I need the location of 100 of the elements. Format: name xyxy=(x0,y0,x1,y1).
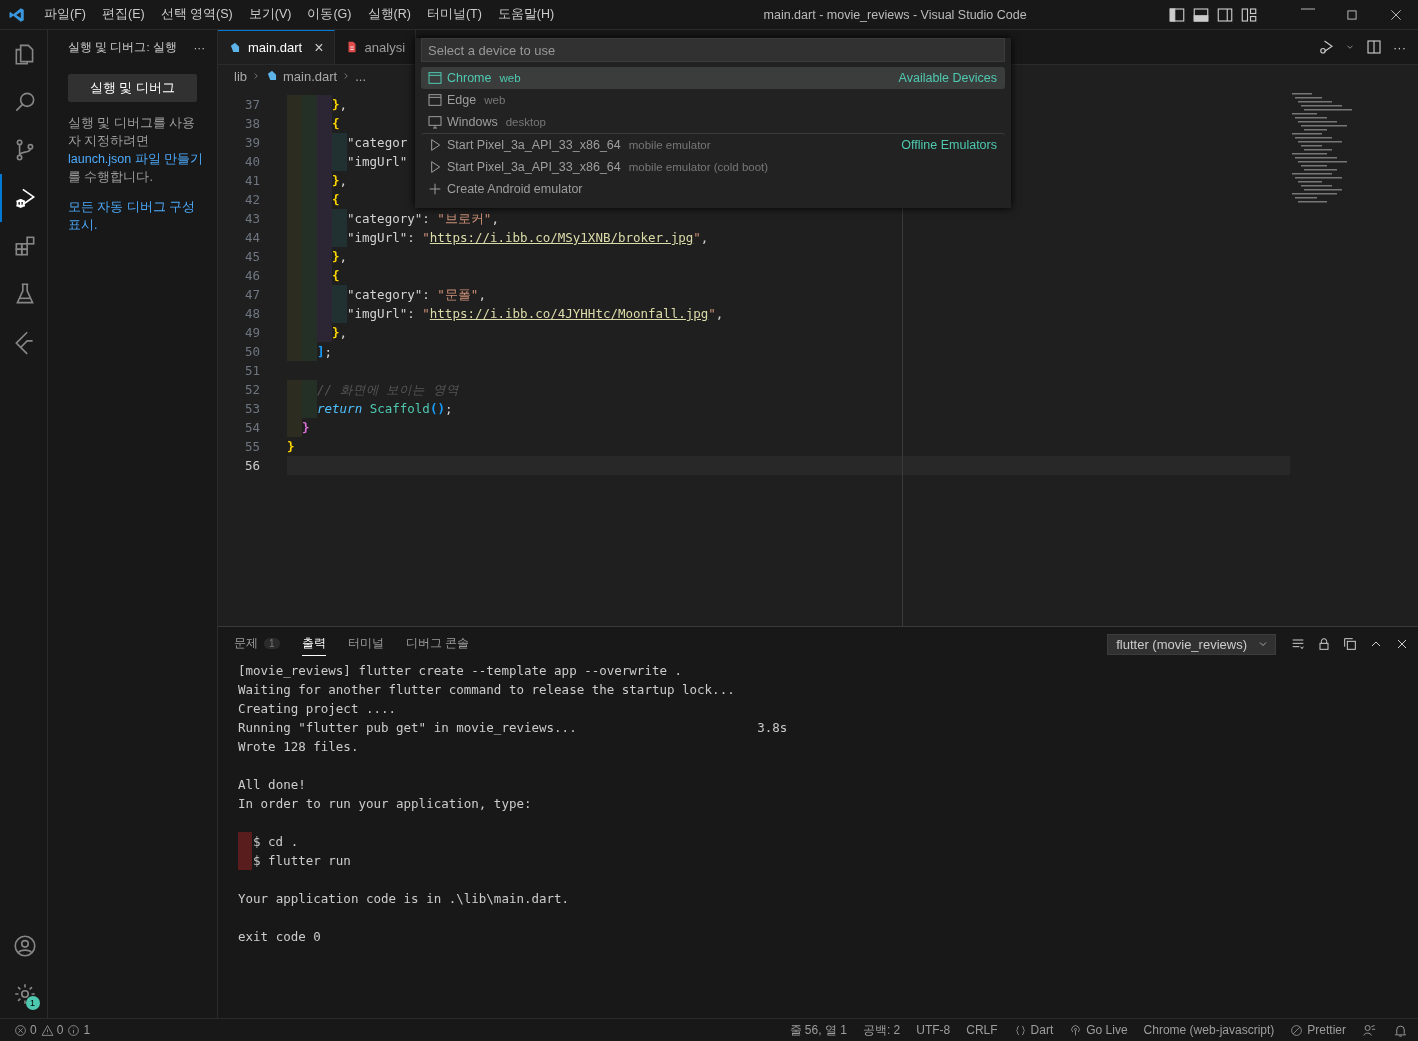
blocked-icon xyxy=(1290,1023,1304,1037)
device-option[interactable]: Edge web xyxy=(421,89,1005,111)
code-token: , xyxy=(339,96,348,114)
code-token: : xyxy=(422,210,431,228)
code-token: "imgUrl" xyxy=(347,153,408,171)
device-option[interactable]: Start Pixel_3a_API_33_x86_64 mobile emulator (cold boot) xyxy=(421,156,1005,178)
panel-tab[interactable]: 출력 xyxy=(301,632,326,656)
line-number: 46 xyxy=(243,267,261,285)
vscode-logo-icon xyxy=(8,5,26,24)
device-option[interactable]: Windows desktop xyxy=(421,111,1005,133)
browser-window-icon xyxy=(427,92,443,108)
filter-list-icon xyxy=(1290,636,1306,652)
split-editor-icon xyxy=(1365,38,1383,56)
create-launch-json-link[interactable]: launch.json 파일 만들기 xyxy=(68,152,204,166)
panel-tab[interactable]: 터미널 xyxy=(347,632,384,656)
breadcrumb-item[interactable]: ... xyxy=(355,68,367,84)
code-token: "imgUrl" xyxy=(347,305,408,323)
code-token: "categor xyxy=(347,134,408,152)
code-token: } xyxy=(332,248,340,266)
status-item[interactable]: Chrome (web-javascript) xyxy=(1143,1023,1275,1037)
status-item[interactable]: 줄 56, 열 1 xyxy=(789,1021,847,1039)
output-line: All done! xyxy=(238,776,307,794)
editor-tab[interactable]: main.dart × xyxy=(218,30,335,64)
code-token: , xyxy=(715,305,724,323)
menu-item[interactable]: 터미널(T) xyxy=(418,3,490,26)
line-number: 40 xyxy=(243,153,261,171)
tab-label: main.dart xyxy=(248,40,303,55)
breadcrumb-item[interactable]: main.dart xyxy=(283,68,338,84)
problem-count[interactable]: 0 xyxy=(56,1023,64,1037)
minimize-icon xyxy=(1301,7,1315,10)
sidebar-description: 실행 및 디버그를 사용자 지정하려면 launch.json 파일 만들기 를 수행합니다. xyxy=(68,115,205,186)
menu-item[interactable]: 실행(R) xyxy=(359,3,419,26)
sidebar-toggle-icon xyxy=(1168,5,1186,24)
code-token: "imgUrl" xyxy=(347,229,408,247)
code-token: "브로커" xyxy=(437,210,492,228)
output-line: $ flutter run xyxy=(253,852,351,870)
bell-icon xyxy=(1393,1022,1408,1038)
code-token: , xyxy=(339,172,348,190)
code-token: } xyxy=(302,419,310,437)
device-name: Edge xyxy=(447,93,477,107)
line-number: 43 xyxy=(243,210,261,228)
close-tab-button[interactable]: × xyxy=(314,38,324,57)
line-number: 44 xyxy=(243,229,261,247)
status-item[interactable]: Dart xyxy=(1030,1023,1054,1037)
url-link[interactable]: https://i.ibb.co/4JYHHtc/Moonfall.jpg xyxy=(429,304,709,323)
device-option[interactable]: Start Pixel_3a_API_33_x86_64 mobile emulator Offline Emulators xyxy=(421,133,1005,156)
code-token: : xyxy=(407,229,416,247)
device-type: desktop xyxy=(505,116,546,128)
output-line: $ cd . xyxy=(253,833,300,851)
problem-count[interactable]: 0 xyxy=(30,1023,37,1037)
count-badge: 1 xyxy=(264,638,280,649)
code-token: , xyxy=(339,324,348,342)
status-item[interactable]: Prettier xyxy=(1307,1023,1346,1037)
device-type: mobile emulator (cold boot) xyxy=(628,161,769,173)
line-number: 47 xyxy=(243,286,261,304)
line-number: 56 xyxy=(243,457,261,475)
status-item[interactable]: CRLF xyxy=(966,1023,998,1037)
notification-badge: 1 xyxy=(25,996,40,1010)
code-token: "문폴" xyxy=(437,286,479,304)
code-token: " xyxy=(708,305,716,323)
more-actions-button[interactable]: ··· xyxy=(1393,39,1406,55)
code-token: ; xyxy=(324,343,333,361)
menu-item[interactable]: 이동(G) xyxy=(299,3,360,26)
status-item[interactable]: Go Live xyxy=(1086,1023,1128,1037)
group-label: Offline Emulators xyxy=(901,138,997,152)
output-line: Your application code is in .\lib\main.dart. xyxy=(238,890,570,908)
panel-toggle-icon xyxy=(1192,5,1210,24)
line-number: 54 xyxy=(243,419,261,437)
output-line: In order to run your application, type: xyxy=(238,795,532,813)
status-item[interactable]: UTF-8 xyxy=(916,1023,951,1037)
copy-icon xyxy=(1342,636,1358,652)
menu-item[interactable]: 보기(V) xyxy=(240,3,300,26)
url-link[interactable]: https://i.ibb.co/MSy1XNB/broker.jpg xyxy=(429,228,694,247)
device-option[interactable]: Chrome web Available Devices xyxy=(421,67,1005,89)
panel-tab[interactable]: 디버그 콘솔 xyxy=(405,632,469,656)
show-debug-configurations-link[interactable]: 모든 자동 디버그 구성 표시. xyxy=(68,198,205,234)
breadcrumb-item[interactable]: lib xyxy=(234,68,247,84)
device-option[interactable]: Create Android emulator xyxy=(421,178,1005,200)
menu-item[interactable]: 편집(E) xyxy=(93,3,153,26)
code-token: return xyxy=(317,400,364,418)
code-token: , xyxy=(478,286,486,304)
line-number: 37 xyxy=(243,96,261,114)
output-channel-select[interactable]: flutter (movie_reviews) xyxy=(1107,633,1276,655)
run-debug-button[interactable]: 실행 및 디버그 xyxy=(68,74,197,102)
device-search-field[interactable]: Select a device to use xyxy=(421,38,1005,62)
device-name: Create Android emulator xyxy=(447,182,583,196)
code-token: " xyxy=(422,305,430,323)
status-item[interactable]: 공백: 2 xyxy=(862,1021,901,1039)
device-type: web xyxy=(484,94,506,106)
menu-item[interactable]: 도움말(H) xyxy=(489,3,563,26)
panel-tab[interactable]: 문제 1 xyxy=(234,632,280,656)
code-token: } xyxy=(332,172,340,190)
more-actions-button[interactable]: ··· xyxy=(193,41,205,54)
code-token: "category" xyxy=(347,210,423,228)
menu-item[interactable]: 파일(F) xyxy=(36,3,94,26)
line-number: 45 xyxy=(243,248,261,266)
line-number: 52 xyxy=(243,381,261,399)
device-name: Start Pixel_3a_API_33_x86_64 xyxy=(447,160,621,174)
menu-item[interactable]: 선택 영역(S) xyxy=(152,3,241,26)
problem-count[interactable]: 1 xyxy=(83,1023,91,1037)
